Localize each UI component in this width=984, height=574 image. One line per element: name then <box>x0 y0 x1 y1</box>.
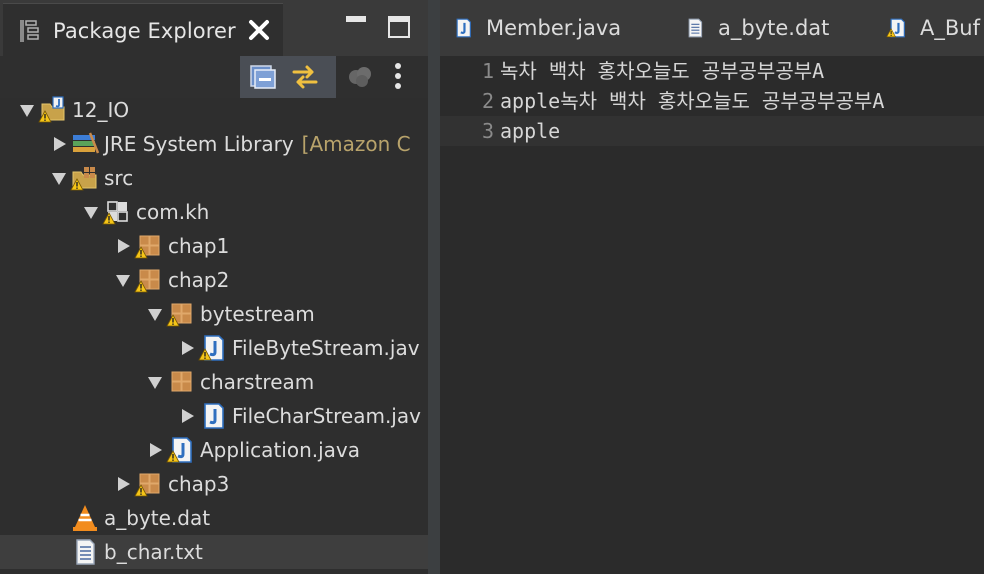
tree-item[interactable]: a_byte.dat <box>0 501 428 535</box>
tree-item[interactable]: bytestream <box>0 297 428 331</box>
tree-item-decoration: [Amazon C <box>301 132 411 156</box>
view-splitter[interactable] <box>428 0 440 574</box>
package-explorer-icon <box>20 19 39 42</box>
tree-spacer <box>50 509 68 527</box>
tree-item[interactable]: com.kh <box>0 195 428 229</box>
line-number: 1 <box>481 59 494 83</box>
tree-item-label: a_byte.dat <box>104 506 211 530</box>
package-explorer-view: Package Explorer 12_IO JRE System Librar… <box>0 0 428 574</box>
package-icon <box>134 473 160 497</box>
tree-item[interactable]: chap2 <box>0 263 428 297</box>
package-icon <box>134 269 160 293</box>
editor-tab[interactable]: Member.java <box>452 0 621 56</box>
filter-icon[interactable] <box>346 63 376 93</box>
chevron-right-icon[interactable] <box>114 475 132 493</box>
package-empty-icon <box>102 201 128 225</box>
tree-item-label: b_char.txt <box>104 540 203 564</box>
tree-spacer <box>50 543 68 561</box>
project-icon <box>38 96 65 123</box>
line-text: apple <box>500 119 561 143</box>
chevron-down-icon[interactable] <box>146 373 164 391</box>
toolbar-button-group <box>240 56 336 98</box>
minimize-view-button[interactable] <box>346 16 366 22</box>
editor-tab[interactable]: A_Buf <box>886 0 980 56</box>
tree-item[interactable]: src <box>0 161 428 195</box>
library-icon <box>73 132 100 154</box>
package-icon <box>171 371 192 392</box>
tree-item[interactable]: JRE System Library [Amazon C <box>0 127 428 161</box>
tree-item-label: src <box>104 166 134 190</box>
line-number: 3 <box>481 119 494 143</box>
text-editor: Member.java a_byte.dat A_Buf 1 녹차 백차 홍차오늘도 … <box>440 0 984 574</box>
tree-item-label: FileCharStream.jav <box>232 404 421 428</box>
chevron-right-icon[interactable] <box>114 237 132 255</box>
tree-item-label: JRE System Library <box>104 132 294 156</box>
package-explorer-tab[interactable]: Package Explorer <box>3 3 283 57</box>
code-line[interactable]: 2 apple녹차 백차 홍차오늘도 공부공부공부A <box>440 86 984 116</box>
maximize-view-button[interactable] <box>388 16 410 38</box>
source-folder-icon <box>70 167 97 191</box>
chevron-right-icon[interactable] <box>178 339 196 357</box>
view-menu-icon[interactable] <box>392 61 404 91</box>
editor-tab-label: Member.java <box>486 16 622 40</box>
code-line[interactable]: 3 apple <box>440 116 984 146</box>
tree-item-label: chap3 <box>168 472 230 496</box>
package-icon <box>134 235 160 259</box>
tree-item[interactable]: b_char.txt <box>0 535 428 569</box>
tree-item[interactable]: FileByteStream.jav <box>0 331 428 365</box>
tree-item-label: Application.java <box>200 438 361 462</box>
editor-text-area[interactable]: 1 녹차 백차 홍차오늘도 공부공부공부A 2 apple녹차 백차 홍차오늘도 공부… <box>440 56 984 574</box>
tree-item[interactable]: chap3 <box>0 467 428 501</box>
tree-item[interactable]: 12_IO <box>0 93 428 127</box>
text-file-icon <box>688 18 703 38</box>
chevron-down-icon[interactable] <box>114 271 132 289</box>
editor-tab[interactable]: a_byte.dat <box>684 0 829 56</box>
chevron-down-icon[interactable] <box>146 305 164 323</box>
java-file-icon <box>204 403 224 429</box>
tree-item-label: com.kh <box>136 200 210 224</box>
chevron-right-icon[interactable] <box>178 407 196 425</box>
chevron-down-icon[interactable] <box>82 203 100 221</box>
tree-item-label: chap2 <box>168 268 230 292</box>
chevron-right-icon[interactable] <box>50 135 68 153</box>
java-file-icon <box>886 18 905 38</box>
package-explorer-toolbar <box>0 56 428 98</box>
chevron-down-icon[interactable] <box>18 101 36 119</box>
line-number: 2 <box>481 89 494 113</box>
line-text: 녹차 백차 홍차오늘도 공부공부공부A <box>500 59 825 83</box>
vlc-file-icon <box>73 505 97 531</box>
tree-item[interactable]: FileCharStream.jav <box>0 399 428 433</box>
line-text: apple녹차 백차 홍차오늘도 공부공부공부A <box>500 89 885 113</box>
package-explorer-tabbar: Package Explorer <box>0 0 428 57</box>
java-file-icon <box>198 335 224 361</box>
tree-item[interactable]: Application.java <box>0 433 428 467</box>
java-file-icon <box>166 437 192 463</box>
editor-tabbar: Member.java a_byte.dat A_Buf <box>440 0 984 56</box>
text-file-icon <box>76 539 95 565</box>
tree-item-label: 12_IO <box>72 98 130 122</box>
close-icon[interactable] <box>247 18 271 42</box>
project-tree: 12_IO JRE System Library [Amazon C src com.k… <box>0 93 428 574</box>
editor-tab-label: a_byte.dat <box>718 16 830 40</box>
tree-item[interactable]: charstream <box>0 365 428 399</box>
link-with-editor-icon[interactable] <box>290 62 320 92</box>
chevron-down-icon[interactable] <box>50 169 68 187</box>
tree-item[interactable]: chap1 <box>0 229 428 263</box>
editor-tab-label: A_Buf <box>920 16 980 40</box>
package-icon <box>166 303 192 327</box>
tree-item-label: chap1 <box>168 234 230 258</box>
java-file-icon <box>456 18 471 38</box>
collapse-all-icon[interactable] <box>248 62 278 92</box>
package-explorer-title: Package Explorer <box>53 18 236 43</box>
tree-item-label: bytestream <box>200 302 315 326</box>
tree-item-label: FileByteStream.jav <box>232 336 420 360</box>
tree-item-label: charstream <box>200 370 315 394</box>
code-line[interactable]: 1 녹차 백차 홍차오늘도 공부공부공부A <box>440 56 984 86</box>
chevron-right-icon[interactable] <box>146 441 164 459</box>
